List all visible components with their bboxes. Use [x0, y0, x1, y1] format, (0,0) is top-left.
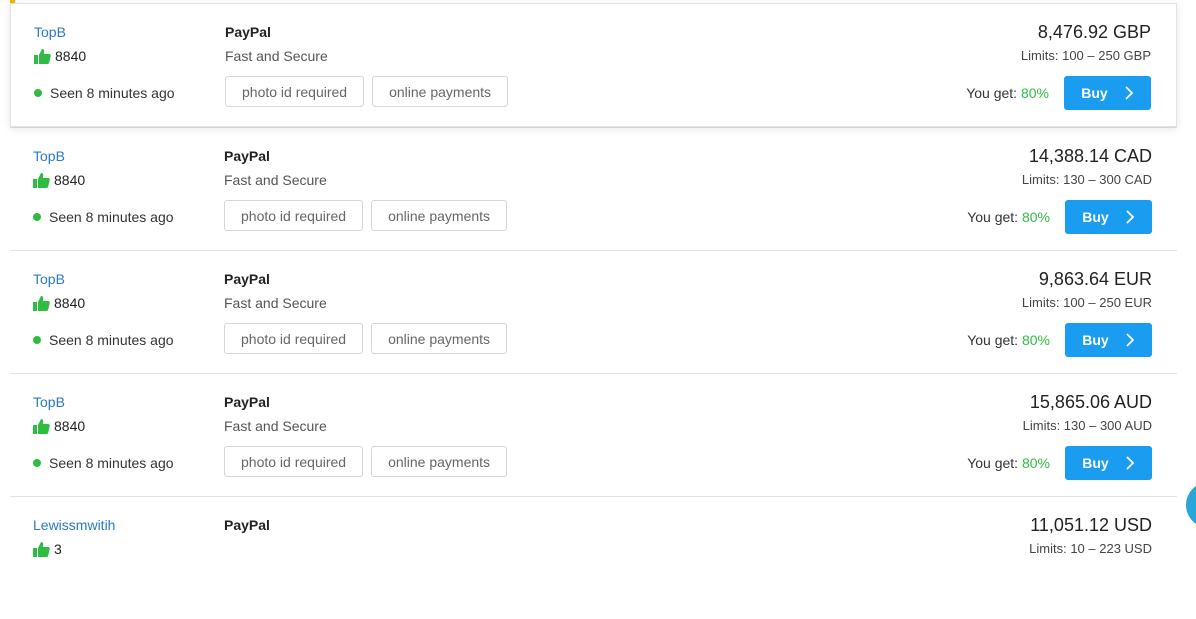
online-status-dot	[34, 89, 42, 97]
offer-description: Fast and Secure	[224, 418, 327, 434]
you-get-label: You get:	[967, 455, 1019, 471]
buy-button[interactable]: Buy	[1065, 200, 1152, 234]
chevron-right-icon	[1125, 86, 1133, 100]
offer-tags: photo id required online payments	[224, 323, 515, 354]
you-get: You get: 80%	[967, 332, 1050, 348]
offer-row: TopB 8840 Seen 8 minutes ago PayPal Fast…	[10, 127, 1177, 250]
thumbs-up-icon	[33, 296, 50, 311]
offer-description: Fast and Secure	[224, 295, 327, 311]
payment-method: PayPal	[225, 24, 271, 40]
buy-button-label: Buy	[1081, 85, 1108, 101]
offer-description: Fast and Secure	[224, 172, 327, 188]
seller-name-link[interactable]: TopB	[34, 24, 66, 40]
buy-button-label: Buy	[1082, 455, 1109, 471]
seller-rating: 8840	[33, 418, 85, 434]
payment-method: PayPal	[224, 394, 270, 410]
rating-count: 8840	[54, 418, 86, 434]
offer-list: TopB 8840 Seen 8 minutes ago PayPal Fast…	[10, 3, 1177, 619]
buy-button[interactable]: Buy	[1064, 76, 1151, 110]
offer-tag[interactable]: online payments	[371, 323, 508, 354]
offer-tag[interactable]: online payments	[371, 446, 508, 477]
seller-rating: 8840	[34, 48, 86, 64]
you-get: You get: 80%	[967, 209, 1050, 225]
thumbs-up-icon	[34, 49, 51, 64]
last-seen: Seen 8 minutes ago	[33, 332, 174, 348]
offer-row: Lewissmwitih 3 PayPal 11,051.12 USD Limi…	[10, 496, 1177, 619]
you-get-percent: 80%	[1021, 209, 1050, 225]
last-seen-text: Seen 8 minutes ago	[50, 85, 175, 101]
offer-amount: 8,476.92 GBP	[1037, 22, 1151, 42]
offer-row: TopB 8840 Seen 8 minutes ago PayPal Fast…	[10, 250, 1177, 373]
offer-limits: Limits: 130 – 300 AUD	[1022, 418, 1152, 433]
you-get-label: You get:	[967, 332, 1019, 348]
seller-rating: 8840	[33, 295, 85, 311]
offer-limits: Limits: 130 – 300 CAD	[1021, 172, 1152, 187]
last-seen: Seen 8 minutes ago	[34, 85, 175, 101]
offer-tag[interactable]: photo id required	[225, 76, 365, 107]
payment-method: PayPal	[224, 271, 270, 287]
rating-count: 8840	[55, 48, 87, 64]
offer-tag[interactable]: photo id required	[224, 200, 364, 231]
offer-row: TopB 8840 Seen 8 minutes ago PayPal Fast…	[10, 373, 1177, 496]
offer-tags: photo id required online payments	[225, 76, 516, 107]
chevron-right-icon	[1126, 210, 1134, 224]
offer-amount: 9,863.64 EUR	[1038, 269, 1152, 289]
offer-amount: 11,051.12 USD	[1030, 515, 1152, 535]
thumbs-up-icon	[33, 173, 50, 188]
you-get-label: You get:	[966, 85, 1018, 101]
seller-name-link[interactable]: TopB	[33, 271, 65, 287]
last-seen: Seen 8 minutes ago	[33, 455, 174, 471]
offer-amount: 14,388.14 CAD	[1028, 146, 1152, 166]
thumbs-up-icon	[33, 419, 50, 434]
offer-tags: photo id required online payments	[224, 200, 515, 231]
you-get: You get: 80%	[967, 455, 1050, 471]
thumbs-up-icon	[33, 542, 50, 557]
seller-name-link[interactable]: Lewissmwitih	[33, 517, 115, 533]
last-seen-text: Seen 8 minutes ago	[49, 455, 174, 471]
rating-count: 3	[54, 541, 62, 557]
offer-limits: Limits: 10 – 223 USD	[1029, 541, 1152, 556]
offer-tag[interactable]: photo id required	[224, 323, 364, 354]
you-get-label: You get:	[967, 209, 1019, 225]
seller-name-link[interactable]: TopB	[33, 394, 65, 410]
offer-limits: Limits: 100 – 250 GBP	[1020, 48, 1151, 63]
buy-button[interactable]: Buy	[1065, 446, 1152, 480]
payment-method: PayPal	[224, 148, 270, 164]
you-get-percent: 80%	[1021, 332, 1050, 348]
buy-button-label: Buy	[1082, 209, 1109, 225]
offer-tag[interactable]: online payments	[371, 200, 508, 231]
last-seen-text: Seen 8 minutes ago	[49, 332, 174, 348]
buy-button-label: Buy	[1082, 332, 1109, 348]
offer-description: Fast and Secure	[225, 48, 328, 64]
you-get-percent: 80%	[1021, 455, 1050, 471]
buy-button[interactable]: Buy	[1065, 323, 1152, 357]
online-status-dot	[33, 336, 41, 344]
offer-row: TopB 8840 Seen 8 minutes ago PayPal Fast…	[10, 3, 1177, 127]
rating-count: 8840	[54, 172, 86, 188]
offer-tag[interactable]: online payments	[372, 76, 509, 107]
seller-name-link[interactable]: TopB	[33, 148, 65, 164]
offer-tags: photo id required online payments	[224, 446, 515, 477]
offer-amount: 15,865.06 AUD	[1029, 392, 1152, 412]
you-get-percent: 80%	[1020, 85, 1049, 101]
last-seen: Seen 8 minutes ago	[33, 209, 174, 225]
rating-count: 8840	[54, 295, 86, 311]
payment-method: PayPal	[224, 517, 270, 533]
offer-tag[interactable]: photo id required	[224, 446, 364, 477]
seller-rating: 8840	[33, 172, 85, 188]
chat-widget-button[interactable]	[1186, 482, 1196, 528]
online-status-dot	[33, 213, 41, 221]
last-seen-text: Seen 8 minutes ago	[49, 209, 174, 225]
offer-limits: Limits: 100 – 250 EUR	[1021, 295, 1152, 310]
you-get: You get: 80%	[966, 85, 1049, 101]
chevron-right-icon	[1126, 456, 1134, 470]
online-status-dot	[33, 459, 41, 467]
chevron-right-icon	[1126, 333, 1134, 347]
seller-rating: 3	[33, 541, 62, 557]
